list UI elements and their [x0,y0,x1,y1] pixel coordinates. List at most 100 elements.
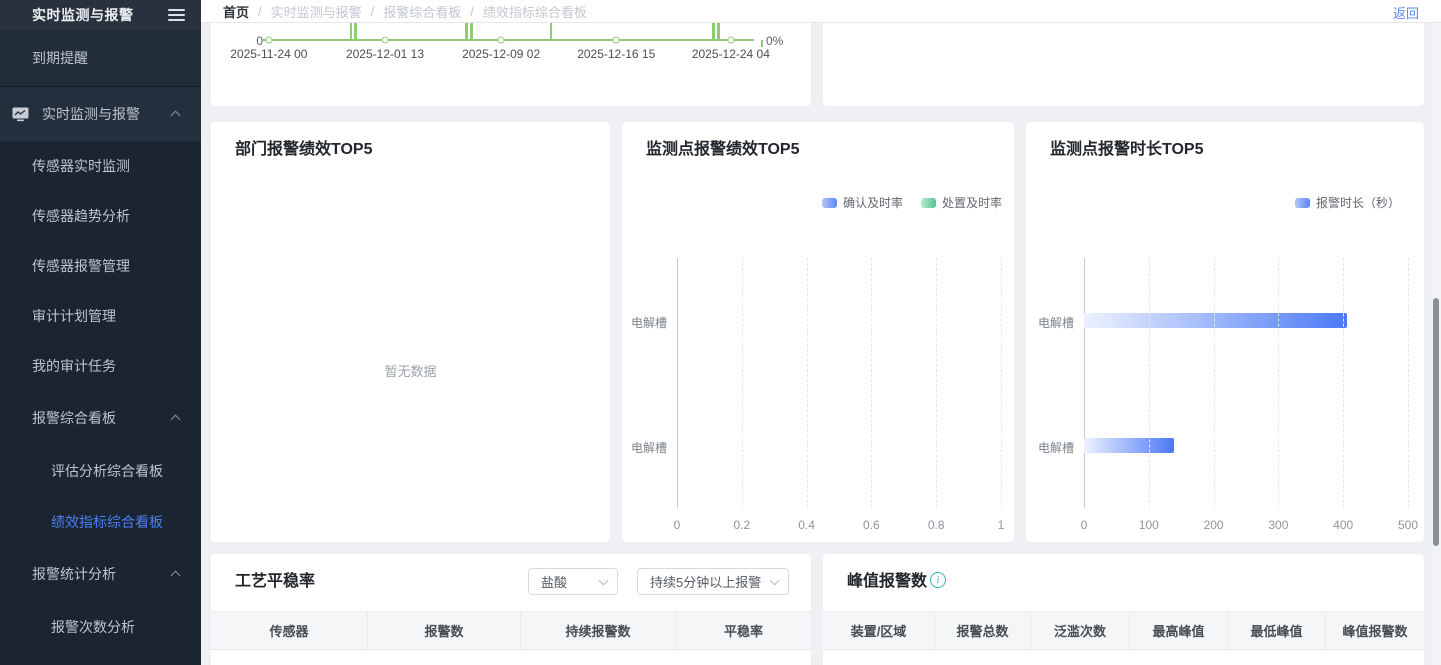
x-tick-label: 100 [1139,518,1159,532]
trend-data-marker [498,37,505,44]
sidebar-item-eval-dashboard[interactable]: 评估分析综合看板 [0,444,201,497]
chevron-down-icon [770,575,780,585]
main-content: 首页 实时监测与报警 报警综合看板 绩效指标综合看板 返回 0 2025-11-… [201,0,1441,665]
sidebar: 实时监测与报警 到期提醒 实时监测与报警 传感器实时监测 传感器趋势 [0,0,201,665]
trend-spike-bar [465,23,468,40]
monitor-chart-icon [12,107,29,122]
trend-data-marker [613,37,620,44]
sidebar-item-alarm-count-analysis[interactable]: 报警次数分析 [0,600,201,653]
sidebar-title: 实时监测与报警 [32,5,134,25]
table-header-row: 装置/区域 报警总数 泛滥次数 最高峰值 最低峰值 峰值报警数 [823,611,1424,650]
trend-spike-bar [550,23,553,40]
column-header-unit-area: 装置/区域 [823,612,935,649]
category-label: 电解槽 [622,439,667,456]
column-header-max-peak: 最高峰值 [1130,612,1228,649]
sidebar-item-realtime-monitoring[interactable]: 实时监测与报警 [0,87,201,141]
breadcrumb-alarm-dashboard[interactable]: 报警综合看板 [383,2,461,21]
y-axis-line [1084,258,1085,508]
chevron-up-icon [171,570,181,580]
column-header-alarm-count: 报警数 [368,612,521,649]
breadcrumb-separator [461,4,483,19]
gridline [871,258,872,508]
column-header-sustained-alarm-count: 持续报警数 [521,612,676,649]
gridline [1149,258,1150,508]
breadcrumb-realtime-monitoring[interactable]: 实时监测与报警 [271,2,362,21]
bar-duration-1 [1084,313,1347,328]
sidebar-header: 实时监测与报警 [0,0,201,30]
breadcrumb-separator [249,4,271,19]
x-tick-label: 0 [1081,518,1088,532]
sidebar-submenu: 传感器实时监测 传感器趋势分析 传感器报警管理 审计计划管理 我的审计任务 报警… [0,141,201,653]
category-label: 电解槽 [622,314,667,331]
table-body [823,650,1424,665]
chevron-down-icon [599,575,609,585]
trend-right-axis-tick: 0% [766,34,783,48]
trend-spike-bar [712,23,715,40]
x-tick-label: 1 [998,518,1005,532]
breadcrumb-home[interactable]: 首页 [223,2,249,21]
sidebar-item-expiry-reminder[interactable]: 到期提醒 [0,30,201,87]
x-tick-label: 0 [674,518,681,532]
trend-data-marker [382,37,389,44]
breadcrumb-separator [362,4,384,19]
info-circle-icon[interactable] [930,572,946,588]
chevron-up-icon [171,414,181,424]
trend-x-date-label: 2025-12-24 04 [692,47,770,61]
breadcrumb: 首页 实时监测与报警 报警综合看板 绩效指标综合看板 返回 [201,0,1441,23]
breadcrumb-current-page: 绩效指标综合看板 [483,2,587,21]
legend-item-handle-rate[interactable]: 处置及时率 [921,194,1002,211]
legend-swatch-green [921,198,936,208]
trend-x-date-label: 2025-12-16 15 [577,47,655,61]
column-header-flood-count: 泛滥次数 [1031,612,1130,649]
sidebar-item-audit-plan[interactable]: 审计计划管理 [0,291,201,341]
point-perf-plot [677,258,1001,508]
x-tick-label: 0.8 [928,518,945,532]
x-tick-label: 0.4 [798,518,815,532]
x-tick-label: 0.6 [863,518,880,532]
x-tick-label: 500 [1398,518,1418,532]
sidebar-item-my-audit-tasks[interactable]: 我的审计任务 [0,341,201,391]
trend-y-axis-tick: 0 [247,34,263,48]
panel-point-perf: 监测点报警绩效TOP5 确认及时率 处置及时率 电解槽 电解槽 00.20.40 [622,122,1014,542]
legend-item-confirm-rate[interactable]: 确认及时率 [822,194,903,211]
panel-title: 部门报警绩效TOP5 [235,135,373,159]
sidebar-item-sensor-trend[interactable]: 传感器趋势分析 [0,191,201,241]
gridline [1408,258,1409,508]
scrollbar-thumb[interactable] [1433,298,1439,546]
gridline [1278,258,1279,508]
table-header-row: 传感器 报警数 持续报警数 平稳率 [211,611,811,650]
panel-title: 工艺平稳率 [235,567,315,591]
acid-type-select[interactable]: 盐酸 [528,568,618,595]
sidebar-group-alarm-statistics[interactable]: 报警统计分析 [0,547,201,600]
trend-spike-bar [470,23,473,40]
panel-process-stability: 工艺平稳率 盐酸 持续5分钟以上报警 传感器 报警数 持续报警数 平稳率 [211,554,811,665]
y-axis-line [677,258,678,508]
gridline [1001,258,1002,508]
gridline [807,258,808,508]
category-label: 电解槽 [1026,314,1074,331]
x-axis-ticks: 0100200300400500 [1084,518,1408,532]
back-link[interactable]: 返回 [1393,3,1419,22]
duration-plot [1084,258,1408,508]
scrollbar-track[interactable] [1432,23,1441,665]
trend-x-date-label: 2025-12-09 02 [462,47,540,61]
panel-trend-chart: 0 2025-11-24 002025-12-01 132025-12-09 0… [211,23,811,106]
sidebar-item-kpi-dashboard[interactable]: 绩效指标综合看板 [0,497,201,547]
hamburger-menu-icon[interactable] [168,9,185,21]
sidebar-item-sensor-alarm-mgmt[interactable]: 传感器报警管理 [0,241,201,291]
gridline [1214,258,1215,508]
alarm-duration-filter-select[interactable]: 持续5分钟以上报警 [637,568,789,595]
sidebar-item-sensor-realtime[interactable]: 传感器实时监测 [0,141,201,191]
x-tick-label: 400 [1333,518,1353,532]
column-header-peak-alarm-count: 峰值报警数 [1326,612,1424,649]
column-header-min-peak: 最低峰值 [1228,612,1326,649]
legend-item-duration[interactable]: 报警时长（秒） [1295,194,1400,211]
legend-swatch-blue [822,198,837,208]
bar-duration-2 [1084,438,1174,453]
trend-axis-end [754,40,763,47]
column-header-sensor: 传感器 [211,612,368,649]
sidebar-group-alarm-dashboard[interactable]: 报警综合看板 [0,391,201,444]
column-header-stability-rate: 平稳率 [676,612,811,649]
trend-line [262,39,754,41]
chart-legend: 报警时长（秒） [1295,194,1400,211]
